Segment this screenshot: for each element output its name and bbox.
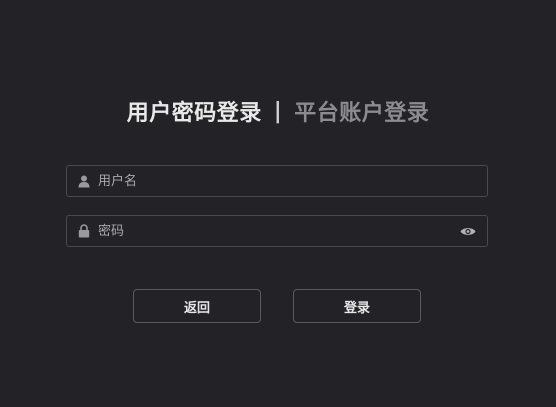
login-button[interactable]: 登录 (293, 289, 421, 323)
login-tabs: 用户密码登录 | 平台账户登录 (0, 95, 556, 127)
login-page: 用户密码登录 | 平台账户登录 返回 登录 (0, 0, 556, 407)
lock-icon (77, 224, 91, 238)
password-field[interactable] (66, 215, 488, 247)
tab-platform-account-login[interactable]: 平台账户登录 (294, 95, 429, 127)
user-icon (77, 174, 91, 188)
eye-icon[interactable] (459, 224, 477, 238)
tab-user-password-login[interactable]: 用户密码登录 (127, 95, 262, 127)
password-input[interactable] (91, 217, 459, 245)
username-field[interactable] (66, 165, 488, 197)
tab-separator: | (273, 98, 283, 124)
back-button[interactable]: 返回 (133, 289, 261, 323)
username-input[interactable] (91, 167, 487, 195)
